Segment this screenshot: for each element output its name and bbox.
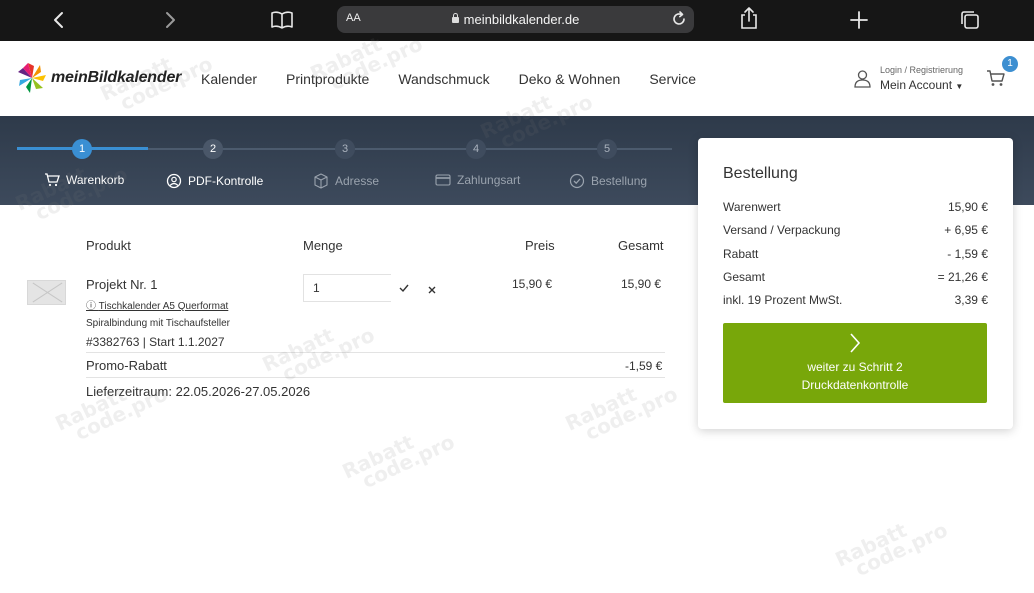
- summary-row: inkl. 19 Prozent MwSt. 3,39 €: [723, 293, 988, 307]
- credit-card-icon: [435, 174, 451, 186]
- logo-text: meinBildkalender: [51, 69, 182, 86]
- step-zahlungsart: Zahlungsart: [435, 173, 520, 187]
- watermark-logo: Rabattcode.pro: [51, 381, 172, 446]
- summary-title: Bestellung: [723, 165, 798, 182]
- site-header: meinBildkalender Kalender Printprodukte …: [0, 41, 1034, 116]
- product-name: Projekt Nr. 1: [86, 277, 158, 292]
- promo-label: Promo-Rabatt: [86, 358, 167, 373]
- user-circle-icon: [166, 173, 182, 189]
- next-step-button[interactable]: weiter zu Schritt 2 Druckdatenkontrolle: [723, 323, 987, 403]
- logo-flower-icon: [18, 63, 46, 93]
- step-5-number: 5: [597, 139, 617, 159]
- col-header-qty: Menge: [303, 238, 343, 253]
- next-step-line2: Druckdatenkontrolle: [801, 378, 909, 392]
- new-tab-plus-icon[interactable]: [850, 8, 868, 32]
- shopping-cart-icon: [987, 70, 1005, 86]
- forward-chevron-icon[interactable]: [163, 8, 177, 32]
- address-bar[interactable]: AA meinbildkalender.de: [337, 6, 694, 33]
- nav-item-wandschmuck[interactable]: Wandschmuck: [398, 71, 489, 87]
- col-header-product: Produkt: [86, 238, 131, 253]
- step-warenkorb[interactable]: Warenkorb: [44, 173, 124, 187]
- step-4-number: 4: [466, 139, 486, 159]
- url-text: meinbildkalender.de: [463, 12, 580, 27]
- watermark-logo: Rabattcode.pro: [561, 381, 682, 446]
- watermark-logo: Rabattcode.pro: [338, 429, 459, 494]
- browser-toolbar: AA meinbildkalender.de: [0, 0, 1034, 41]
- nav-item-deko-wohnen[interactable]: Deko & Wohnen: [519, 71, 621, 87]
- reload-icon[interactable]: [670, 10, 688, 33]
- check-circle-icon: [569, 173, 585, 189]
- bookmarks-book-icon[interactable]: [270, 8, 294, 32]
- step-3-number: 3: [335, 139, 355, 159]
- account-login-hint: Login / Registrierung: [880, 65, 964, 75]
- summary-row: Versand / Verpackung + 6,95 €: [723, 223, 988, 237]
- watermark-logo: Rabattcode.pro: [831, 517, 952, 582]
- nav-item-service[interactable]: Service: [649, 71, 696, 87]
- product-binding: Spiralbindung mit Tischaufsteller: [86, 318, 230, 329]
- cart-icon: [45, 173, 60, 187]
- caret-down-icon: ▼: [955, 82, 964, 91]
- tabs-overview-icon[interactable]: [960, 8, 980, 32]
- chevron-right-icon: [850, 333, 861, 353]
- col-header-price: Preis: [525, 238, 555, 253]
- site-logo[interactable]: meinBildkalender: [17, 62, 181, 94]
- step-bestellung: Bestellung: [569, 173, 647, 189]
- product-id-start: #3382763 | Start 1.1.2027: [86, 335, 225, 349]
- cart-button[interactable]: [986, 69, 1006, 92]
- nav-item-printprodukte[interactable]: Printprodukte: [286, 71, 369, 87]
- summary-row: Gesamt = 21,26 €: [723, 270, 988, 284]
- account-label[interactable]: Mein Account ▼: [880, 78, 963, 92]
- order-summary-card: Bestellung Warenwert 15,90 € Versand / Ve…: [698, 138, 1013, 429]
- divider: [86, 352, 665, 353]
- item-price: 15,90 €: [512, 277, 553, 291]
- user-icon: [854, 70, 871, 88]
- info-icon: ⓘ: [86, 301, 96, 312]
- back-chevron-icon[interactable]: [52, 8, 66, 32]
- step-adresse: Adresse: [313, 173, 379, 189]
- delivery-period: Lieferzeitraum: 22.05.2026-27.05.2026: [86, 384, 311, 399]
- step-2-number: 2: [203, 139, 223, 159]
- product-thumbnail-placeholder: [27, 280, 66, 305]
- share-icon[interactable]: [739, 6, 759, 30]
- quantity-input[interactable]: [303, 274, 391, 302]
- divider: [86, 377, 665, 378]
- product-format-link[interactable]: ⓘ Tischkalender A5 Querformat: [86, 297, 228, 312]
- summary-row: Warenwert 15,90 €: [723, 200, 988, 214]
- next-step-line1: weiter zu Schritt 2: [807, 360, 903, 374]
- col-header-total: Gesamt: [618, 238, 664, 253]
- remove-item-x-icon[interactable]: [427, 282, 437, 300]
- summary-row: Rabatt - 1,59 €: [723, 247, 988, 261]
- step-1-number[interactable]: 1: [72, 139, 92, 159]
- nav-item-kalender[interactable]: Kalender: [201, 71, 257, 87]
- box-icon: [314, 173, 328, 189]
- cart-count-badge: 1: [1002, 56, 1018, 72]
- promo-value: -1,59 €: [625, 359, 663, 373]
- step-pdf-kontrolle: PDF-Kontrolle: [166, 173, 263, 189]
- lock-icon: [451, 13, 459, 23]
- main-nav: Kalender Printprodukte Wandschmuck Deko …: [201, 71, 725, 87]
- item-total: 15,90 €: [621, 277, 662, 291]
- confirm-qty-check-icon[interactable]: [398, 281, 410, 299]
